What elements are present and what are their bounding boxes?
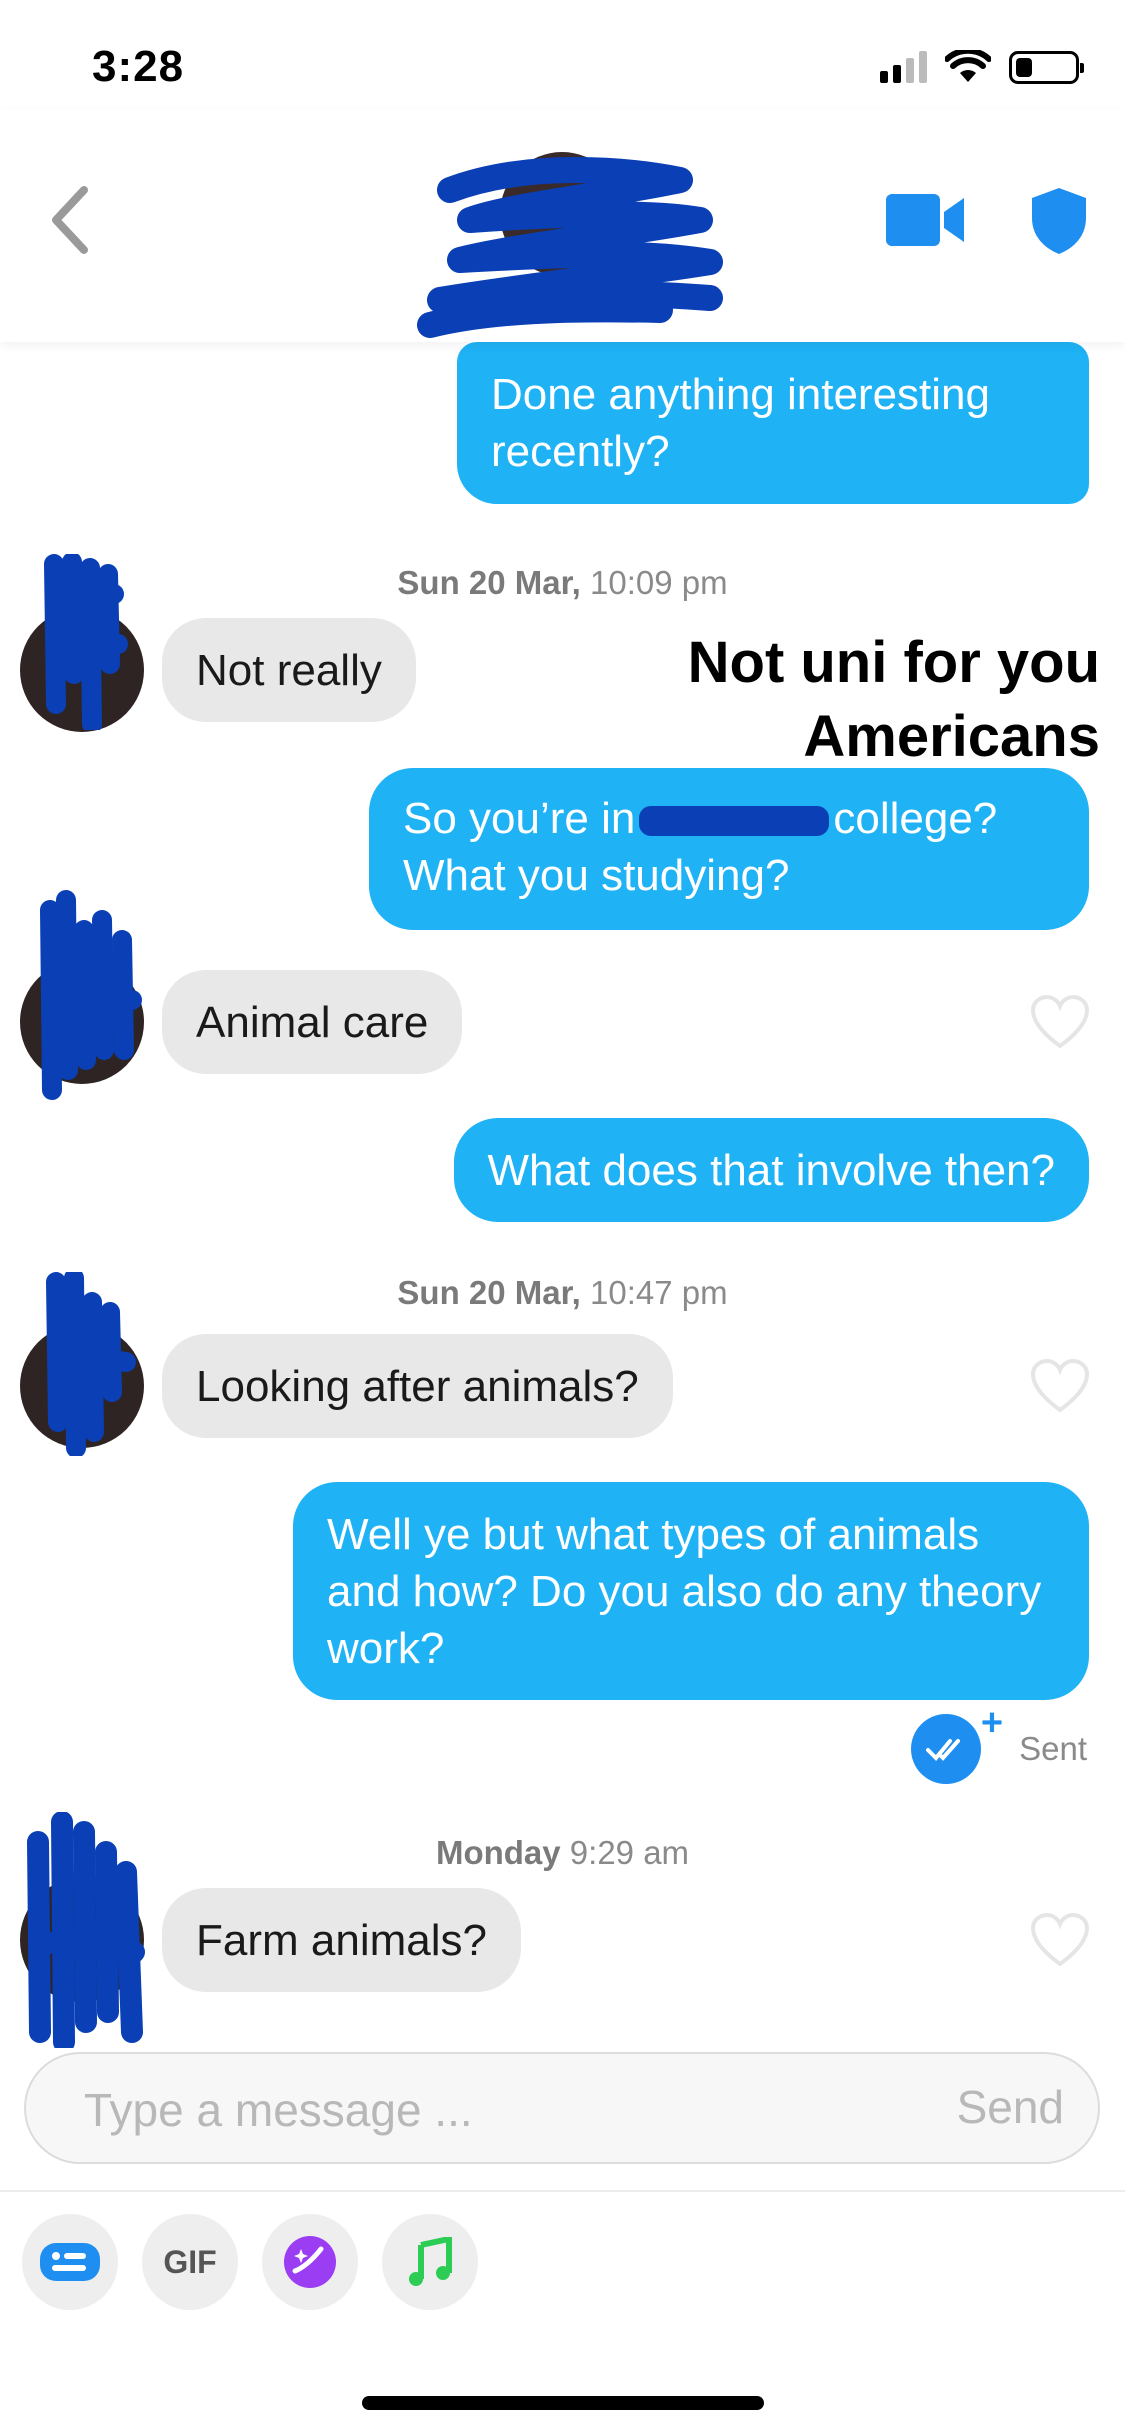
redaction-scribble bbox=[46, 1272, 136, 1456]
safety-shield-icon[interactable] bbox=[1030, 186, 1088, 256]
incoming-message[interactable]: Farm animals? bbox=[162, 1888, 521, 1992]
music-button[interactable] bbox=[382, 2214, 478, 2310]
redaction-scribble bbox=[27, 1812, 145, 2048]
sparkle-sticker-icon bbox=[284, 2236, 336, 2288]
status-icons bbox=[880, 50, 1084, 84]
chat-tools-button[interactable] bbox=[22, 2214, 118, 2310]
incoming-message[interactable]: Animal care bbox=[162, 970, 463, 1074]
redacted-text bbox=[639, 806, 830, 837]
composer-toolbar: GIF bbox=[22, 2214, 478, 2310]
timestamp-day: Sun 20 Mar, bbox=[397, 564, 581, 601]
timestamp: Sun 20 Mar, 10:09 pm bbox=[0, 564, 1125, 602]
home-indicator[interactable] bbox=[362, 2396, 764, 2410]
like-heart-icon[interactable] bbox=[1030, 994, 1090, 1050]
timestamp-time: 10:09 pm bbox=[589, 564, 728, 601]
timestamp: Sun 20 Mar, 10:47 pm bbox=[0, 1274, 1125, 1312]
video-call-icon[interactable] bbox=[886, 192, 966, 248]
chat-screen: 3:28 Nicole Done anything interesting re… bbox=[0, 0, 1125, 2436]
plus-icon: + bbox=[980, 1702, 1004, 1744]
outgoing-message[interactable]: Done anything interesting recently? bbox=[457, 342, 1089, 504]
timestamp-time: 9:29 am bbox=[569, 1834, 690, 1871]
delivery-status: + Sent bbox=[911, 1702, 1087, 1784]
message-text: college? bbox=[833, 794, 998, 843]
timestamp-time: 10:47 pm bbox=[589, 1274, 728, 1311]
message-text: Animal care bbox=[196, 997, 429, 1047]
incoming-message[interactable]: Not really bbox=[162, 618, 416, 722]
message-text: What you studying? bbox=[403, 851, 790, 900]
outgoing-message[interactable]: So you’re in college? What you studying? bbox=[369, 768, 1089, 930]
redaction-scribble bbox=[40, 890, 142, 1100]
read-receipt-icon[interactable]: + bbox=[911, 1702, 1003, 1784]
chat-header: Nicole bbox=[0, 110, 1125, 342]
incoming-message[interactable]: Looking after animals? bbox=[162, 1334, 673, 1438]
outgoing-message[interactable]: Well ye but what types of animals and ho… bbox=[293, 1482, 1089, 1700]
message-list: Done anything interesting recently? Sun … bbox=[0, 342, 1125, 2048]
message-text: Well ye but what types of animals and ho… bbox=[327, 1509, 1042, 1673]
message-text: Farm animals? bbox=[196, 1915, 487, 1965]
redaction-scribble bbox=[44, 554, 128, 730]
battery-icon bbox=[1009, 50, 1084, 84]
sent-label: Sent bbox=[1019, 1730, 1087, 1767]
message-text: So you’re in bbox=[403, 794, 636, 843]
message-card-icon bbox=[40, 2243, 100, 2281]
like-heart-icon[interactable] bbox=[1030, 1912, 1090, 1968]
timestamp-day: Sun 20 Mar, bbox=[397, 1274, 581, 1311]
wifi-icon bbox=[945, 50, 991, 82]
sticker-button[interactable] bbox=[262, 2214, 358, 2310]
gif-label: GIF bbox=[163, 2243, 217, 2280]
double-check-icon bbox=[926, 1739, 961, 1761]
message-text: Done anything interesting recently? bbox=[491, 370, 990, 476]
message-line: So you’re in college? bbox=[403, 790, 1055, 847]
message-text: Looking after animals? bbox=[196, 1361, 639, 1411]
like-heart-icon[interactable] bbox=[1030, 1358, 1090, 1414]
send-button[interactable]: Send bbox=[957, 2080, 1064, 2134]
message-input[interactable] bbox=[84, 2080, 884, 2140]
back-chevron-icon[interactable] bbox=[40, 180, 100, 260]
music-note-icon bbox=[409, 2237, 452, 2286]
overlay-caption: Not uni for you Americans bbox=[687, 630, 1100, 769]
redaction-scribble bbox=[417, 157, 723, 338]
gif-button[interactable]: GIF bbox=[142, 2214, 238, 2310]
message-text: Not really bbox=[196, 645, 382, 695]
divider bbox=[0, 2190, 1125, 2192]
timestamp: Monday 9:29 am bbox=[0, 1834, 1125, 1872]
status-time: 3:28 bbox=[92, 42, 185, 91]
cellular-signal-icon bbox=[880, 51, 927, 83]
outgoing-message[interactable]: What does that involve then? bbox=[453, 1118, 1089, 1222]
message-text: What does that involve then? bbox=[487, 1145, 1055, 1195]
timestamp-day: Monday bbox=[435, 1834, 561, 1871]
message-composer: Send bbox=[24, 2052, 1100, 2164]
